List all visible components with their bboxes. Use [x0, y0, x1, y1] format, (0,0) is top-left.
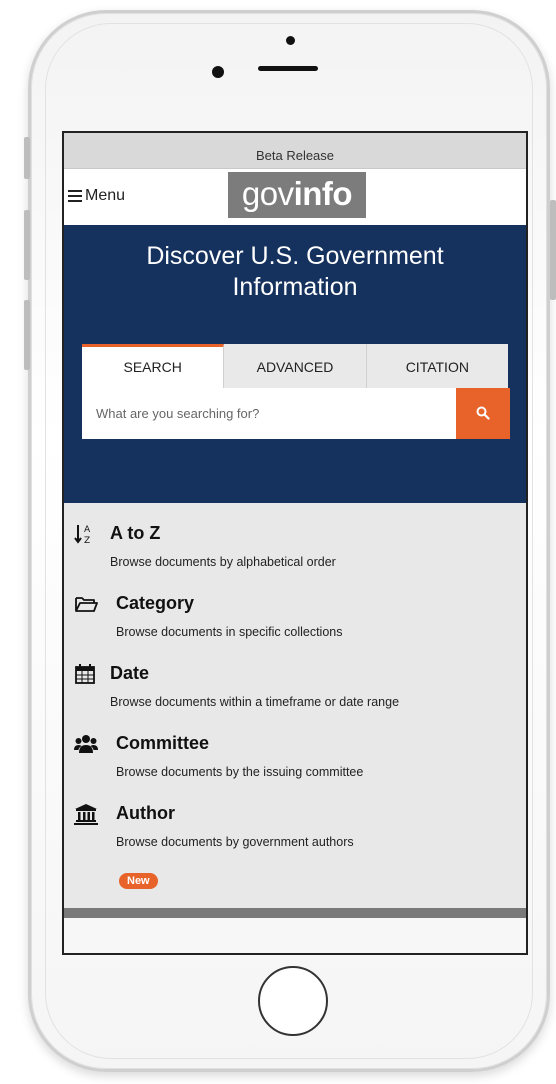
- new-badge: New: [119, 873, 158, 889]
- menu-label: Menu: [85, 187, 126, 204]
- sort-alpha-icon: A Z: [74, 525, 91, 545]
- browse-description: Browse documents within a timeframe or d…: [110, 695, 400, 709]
- browse-item-a-to-z[interactable]: A Z A to Z Browse documents by alphabeti…: [64, 511, 526, 581]
- svg-text:A: A: [84, 525, 91, 535]
- folder-icon: [75, 597, 98, 612]
- browse-description: Browse documents by the issuing committe…: [116, 765, 364, 779]
- speaker-grille: [258, 66, 318, 71]
- hero-section: Discover U.S. Government Information SEA…: [64, 225, 526, 503]
- tab-search[interactable]: SEARCH: [82, 344, 225, 388]
- svg-text:Z: Z: [84, 536, 90, 545]
- browse-item-date[interactable]: Date Browse documents within a timeframe…: [64, 651, 526, 721]
- footer-divider: [64, 908, 526, 918]
- phone-screen: Beta Release Menu govinfo Discover U.S. …: [62, 131, 528, 955]
- logo-gov-text: gov: [241, 175, 294, 212]
- browse-title: Committee: [116, 733, 210, 753]
- browse-title: Category: [116, 593, 195, 613]
- logo-info-text: info: [293, 175, 353, 212]
- browse-list: A Z A to Z Browse documents by alphabeti…: [64, 503, 526, 861]
- search-input[interactable]: [82, 388, 456, 439]
- page-title: Discover U.S. Government Information: [64, 241, 526, 303]
- sensor-icon: [212, 66, 224, 78]
- browse-description: Browse documents by government authors: [116, 835, 354, 849]
- institution-icon: [74, 804, 98, 825]
- page-title-line1: Discover U.S. Government: [146, 242, 444, 270]
- search-tabs: SEARCH ADVANCED CITATION: [82, 344, 508, 388]
- calendar-icon: [75, 664, 95, 684]
- tab-citation[interactable]: CITATION: [366, 344, 508, 388]
- search-bar: [82, 388, 510, 439]
- browse-title: Author: [116, 803, 175, 823]
- hamburger-icon: [68, 190, 82, 202]
- govinfo-logo[interactable]: govinfo: [228, 172, 366, 218]
- browse-item-committee[interactable]: Committee Browse documents by the issuin…: [64, 721, 526, 791]
- browse-title: A to Z: [110, 523, 161, 543]
- power-button: [550, 200, 556, 300]
- tab-advanced[interactable]: ADVANCED: [224, 344, 367, 388]
- browse-description: Browse documents by alphabetical order: [110, 555, 336, 569]
- browse-item-author[interactable]: Author Browse documents by government au…: [64, 791, 526, 861]
- page-title-line2: Information: [232, 273, 358, 301]
- search-button[interactable]: [456, 388, 510, 439]
- menu-button[interactable]: Menu: [68, 187, 125, 205]
- search-icon: [476, 406, 490, 420]
- mute-switch: [24, 137, 30, 179]
- top-bar: Menu govinfo: [64, 169, 526, 225]
- volume-down-button: [24, 300, 30, 370]
- home-button[interactable]: [258, 966, 328, 1036]
- browse-description: Browse documents in specific collections: [116, 625, 343, 639]
- footer-area: [64, 918, 526, 953]
- camera-icon: [286, 36, 295, 45]
- browse-title: Date: [110, 663, 150, 683]
- volume-up-button: [24, 210, 30, 280]
- users-icon: [74, 735, 98, 753]
- beta-banner: Beta Release: [64, 133, 526, 169]
- browse-item-category[interactable]: Category Browse documents in specific co…: [64, 581, 526, 651]
